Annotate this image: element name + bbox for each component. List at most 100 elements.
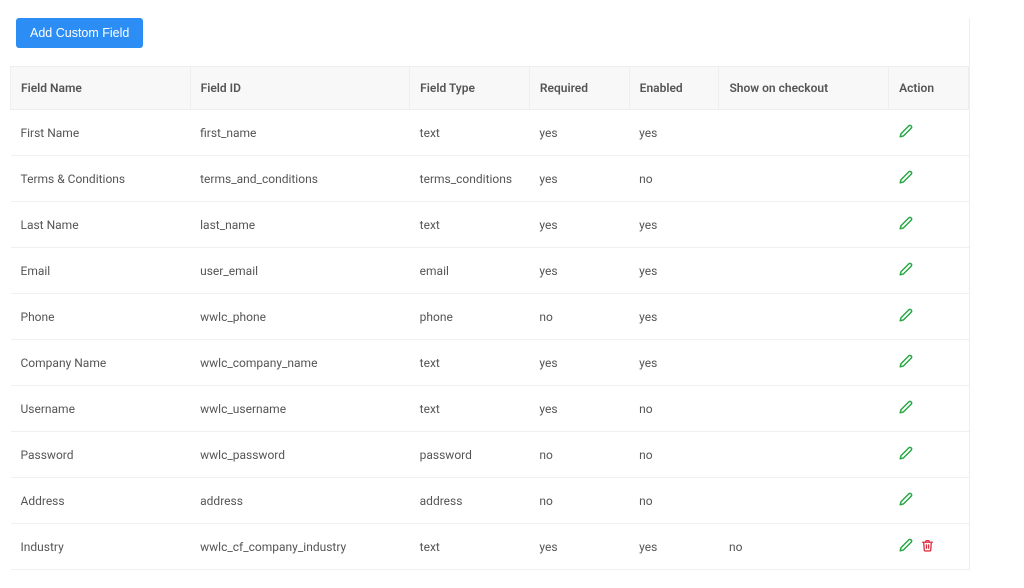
cell-required: yes — [529, 524, 629, 570]
table-row: Company Namewwlc_company_nametextyesyes — [11, 340, 969, 386]
cell-action — [889, 432, 969, 478]
cell-action — [889, 386, 969, 432]
cell-show-on-checkout — [719, 478, 889, 524]
cell-field-type: text — [410, 340, 530, 386]
edit-icon[interactable] — [899, 354, 913, 368]
edit-icon[interactable] — [899, 170, 913, 184]
cell-field-name: Address — [11, 478, 191, 524]
cell-show-on-checkout — [719, 432, 889, 478]
cell-field-name: First Name — [11, 110, 191, 156]
cell-action — [889, 248, 969, 294]
table-row: Passwordwwlc_passwordpasswordnono — [11, 432, 969, 478]
edit-icon[interactable] — [899, 538, 913, 552]
cell-enabled: yes — [629, 202, 719, 248]
cell-field-id: last_name — [190, 202, 410, 248]
cell-enabled: yes — [629, 110, 719, 156]
cell-enabled: yes — [629, 524, 719, 570]
header-enabled: Enabled — [629, 67, 719, 110]
table-row: Phonewwlc_phonephonenoyes — [11, 294, 969, 340]
cell-field-type: password — [410, 432, 530, 478]
delete-icon[interactable] — [921, 539, 934, 552]
header-field-type: Field Type — [410, 67, 530, 110]
table-row: First Namefirst_nametextyesyes — [11, 110, 969, 156]
cell-field-id: address — [190, 478, 410, 524]
cell-field-type: email — [410, 248, 530, 294]
cell-field-name: Company Name — [11, 340, 191, 386]
cell-action — [889, 202, 969, 248]
cell-field-name: Industry — [11, 524, 191, 570]
edit-icon[interactable] — [899, 124, 913, 138]
cell-field-name: Phone — [11, 294, 191, 340]
cell-required: yes — [529, 248, 629, 294]
cell-field-type: text — [410, 110, 530, 156]
cell-field-id: wwlc_cf_company_industry — [190, 524, 410, 570]
header-show-on-checkout: Show on checkout — [719, 67, 889, 110]
header-field-name: Field Name — [11, 67, 191, 110]
cell-required: yes — [529, 386, 629, 432]
cell-field-name: Last Name — [11, 202, 191, 248]
edit-icon[interactable] — [899, 262, 913, 276]
cell-enabled: no — [629, 386, 719, 432]
edit-icon[interactable] — [899, 446, 913, 460]
cell-enabled: yes — [629, 340, 719, 386]
table-row: Terms & Conditionsterms_and_conditionste… — [11, 156, 969, 202]
cell-required: yes — [529, 110, 629, 156]
cell-field-type: phone — [410, 294, 530, 340]
cell-field-type: text — [410, 202, 530, 248]
cell-field-type: text — [410, 386, 530, 432]
cell-field-type: terms_conditions — [410, 156, 530, 202]
cell-required: no — [529, 294, 629, 340]
cell-field-name: Email — [11, 248, 191, 294]
cell-enabled: no — [629, 156, 719, 202]
add-custom-field-button[interactable]: Add Custom Field — [16, 18, 143, 48]
cell-show-on-checkout — [719, 156, 889, 202]
cell-action — [889, 294, 969, 340]
cell-show-on-checkout — [719, 386, 889, 432]
header-required: Required — [529, 67, 629, 110]
cell-action — [889, 524, 969, 570]
cell-show-on-checkout — [719, 202, 889, 248]
cell-field-id: terms_and_conditions — [190, 156, 410, 202]
cell-enabled: yes — [629, 248, 719, 294]
table-row: Last Namelast_nametextyesyes — [11, 202, 969, 248]
cell-required: yes — [529, 340, 629, 386]
table-row: Addressaddressaddressnono — [11, 478, 969, 524]
cell-required: yes — [529, 202, 629, 248]
header-action: Action — [889, 67, 969, 110]
edit-icon[interactable] — [899, 400, 913, 414]
cell-field-id: wwlc_password — [190, 432, 410, 478]
table-row: Industrywwlc_cf_company_industrytextyesy… — [11, 524, 969, 570]
cell-field-type: address — [410, 478, 530, 524]
edit-icon[interactable] — [899, 492, 913, 506]
cell-show-on-checkout — [719, 110, 889, 156]
cell-field-name: Terms & Conditions — [11, 156, 191, 202]
cell-field-name: Username — [11, 386, 191, 432]
cell-enabled: no — [629, 478, 719, 524]
cell-field-id: wwlc_company_name — [190, 340, 410, 386]
cell-action — [889, 110, 969, 156]
cell-enabled: yes — [629, 294, 719, 340]
cell-show-on-checkout — [719, 248, 889, 294]
table-row: Usernamewwlc_usernametextyesno — [11, 386, 969, 432]
cell-field-id: wwlc_username — [190, 386, 410, 432]
cell-field-id: wwlc_phone — [190, 294, 410, 340]
cell-action — [889, 340, 969, 386]
table-row: Emailuser_emailemailyesyes — [11, 248, 969, 294]
cell-show-on-checkout: no — [719, 524, 889, 570]
cell-action — [889, 156, 969, 202]
cell-action — [889, 478, 969, 524]
cell-field-id: first_name — [190, 110, 410, 156]
cell-enabled: no — [629, 432, 719, 478]
cell-field-id: user_email — [190, 248, 410, 294]
cell-required: no — [529, 478, 629, 524]
table-header-row: Field Name Field ID Field Type Required … — [11, 67, 969, 110]
cell-required: yes — [529, 156, 629, 202]
cell-show-on-checkout — [719, 340, 889, 386]
cell-show-on-checkout — [719, 294, 889, 340]
edit-icon[interactable] — [899, 216, 913, 230]
cell-required: no — [529, 432, 629, 478]
custom-fields-table: Field Name Field ID Field Type Required … — [10, 66, 969, 570]
header-field-id: Field ID — [190, 67, 410, 110]
edit-icon[interactable] — [899, 308, 913, 322]
cell-field-type: text — [410, 524, 530, 570]
